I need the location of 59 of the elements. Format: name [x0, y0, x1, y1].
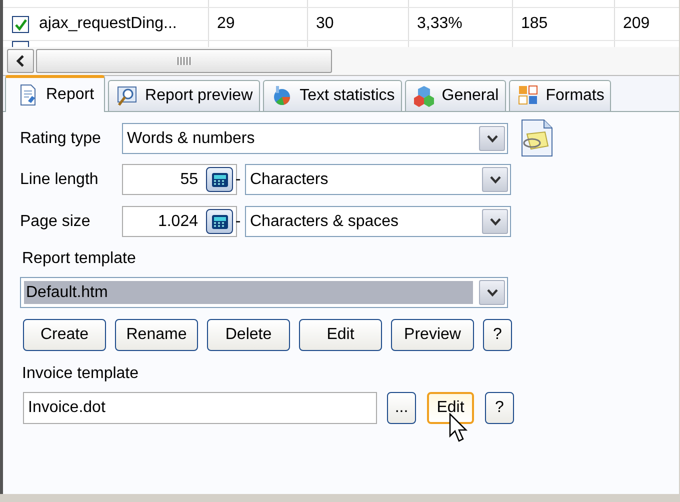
button[interactable]: Rename: [115, 319, 198, 351]
scroll-left-button[interactable]: [7, 49, 34, 73]
button[interactable]: ?: [485, 392, 514, 424]
calculator-button[interactable]: [206, 167, 233, 192]
dropdown-arrow-button[interactable]: [482, 209, 508, 234]
text-field[interactable]: Invoice.dot: [23, 392, 377, 424]
button[interactable]: Edit: [427, 392, 474, 424]
field-label: Page size: [20, 212, 92, 230]
dropdown[interactable]: Characters & spaces: [245, 206, 511, 237]
calculator-icon: [210, 214, 228, 230]
tab[interactable]: Text statistics: [262, 80, 402, 111]
separator-text: -: [234, 170, 242, 188]
table-cell: 185: [521, 15, 548, 33]
field-label: Invoice template: [22, 365, 140, 383]
table-cell: 29: [217, 15, 235, 33]
field-label: Line length: [20, 170, 100, 188]
chevron-down-icon: [486, 287, 498, 298]
scrollbar-thumb[interactable]: [36, 49, 332, 73]
chevron-down-icon: [486, 133, 498, 144]
button[interactable]: Edit: [299, 319, 382, 351]
pie-chart-icon: [272, 85, 292, 107]
grip-icon: [177, 57, 191, 65]
number-field[interactable]: 55: [122, 164, 237, 195]
button[interactable]: Delete: [207, 319, 290, 351]
chevron-down-icon: [488, 174, 502, 185]
checkmark-icon: [14, 18, 28, 30]
table-cell: 209: [623, 15, 650, 33]
field-label: Report template: [22, 250, 137, 268]
table-cell: 30: [316, 15, 334, 33]
tab[interactable]: Report preview: [108, 80, 260, 111]
table-cell: ajax_requestDing...: [39, 15, 177, 33]
tab[interactable]: General: [404, 80, 506, 111]
magnifier-icon: [117, 85, 138, 107]
chevron-down-icon: [488, 216, 502, 227]
separator-text: -: [234, 212, 242, 230]
tab[interactable]: Formats: [508, 80, 612, 111]
dropdown-arrow-button[interactable]: [479, 280, 505, 305]
dropdown[interactable]: Default.htm: [20, 277, 508, 308]
dropdown-arrow-button[interactable]: [479, 126, 505, 151]
number-field[interactable]: 1.024: [122, 206, 237, 237]
button[interactable]: Preview: [391, 319, 474, 351]
cubes-icon: [414, 85, 434, 107]
button[interactable]: ?: [483, 319, 512, 351]
horizontal-scrollbar[interactable]: [3, 47, 679, 76]
dropdown-arrow-button[interactable]: [482, 167, 508, 192]
dropdown[interactable]: Words & numbers: [122, 123, 508, 154]
tab[interactable]: Report: [5, 75, 106, 112]
button[interactable]: Create: [23, 319, 106, 351]
calculator-button[interactable]: [206, 209, 233, 234]
table-cell: 3,33%: [417, 15, 462, 33]
document-pen-icon: [18, 84, 38, 106]
dropdown[interactable]: Characters: [245, 164, 511, 195]
field-label: Rating type: [20, 130, 102, 148]
calculator-icon: [210, 172, 228, 188]
chevron-left-icon: [16, 55, 26, 67]
colored-squares-icon: [518, 85, 538, 107]
checkbox[interactable]: [12, 16, 29, 32]
button[interactable]: ...: [387, 392, 416, 424]
mouse-cursor-icon: [449, 413, 469, 443]
